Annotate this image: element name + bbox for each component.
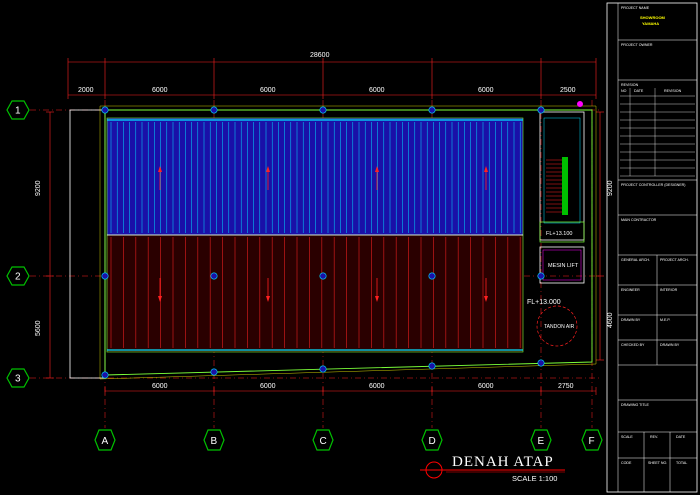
grid-column-label-E: E (538, 436, 545, 447)
revision-col-date: DATE (634, 89, 644, 93)
drawing-title: DENAH ATAP (452, 454, 554, 470)
title-block: PROJECT NAME SHOWROOM YAMAHA PROJECT OWN… (606, 2, 698, 493)
rev-label: REV. (650, 435, 658, 439)
code-label: CODE (621, 461, 632, 465)
general-arch-label: GENERAL ARCH. (621, 258, 650, 262)
right-dim-upper: 9200 (607, 180, 614, 196)
service-core: FL+13.100 MESIN LIFT FL+13.000 TANDON AI… (527, 101, 585, 347)
roof-panels (106, 117, 524, 353)
bottom-dim-0: 6000 (152, 383, 168, 390)
right-dim-lower: 4600 (607, 312, 614, 328)
left-dim-lower: 5600 (35, 320, 42, 336)
project-name-line2: YAMAHA (642, 21, 659, 26)
grid-column-label-F: F (589, 436, 595, 447)
top-dimensions: 2000 6000 6000 6000 6000 2500 (78, 87, 576, 94)
scale-label: SCALE (621, 435, 633, 439)
overall-dimension: 28600 (310, 52, 330, 59)
sheet-label: SHEET NO. (648, 461, 667, 465)
column-grid-bubbles: A B C D E F (94, 429, 603, 451)
top-dim-0: 2000 (78, 87, 94, 94)
top-dim-1: 6000 (152, 87, 168, 94)
bottom-dim-1: 6000 (260, 383, 276, 390)
cad-drawing-canvas: PROJECT NAME SHOWROOM YAMAHA PROJECT OWN… (6, 2, 698, 493)
revision-col-revision: REVISION (664, 89, 682, 93)
left-parapet (69, 109, 106, 379)
bottom-dim-3: 6000 (478, 383, 494, 390)
grid-row-label-3: 3 (15, 374, 21, 385)
grid-column-label-B: B (211, 436, 218, 447)
drawing-scale: SCALE 1:100 (512, 474, 557, 483)
project-arch-label: PROJECT ARCH. (660, 258, 689, 262)
grid-row-label-1: 1 (15, 106, 21, 117)
project-name-label: PROJECT NAME (621, 6, 650, 10)
roof-level-label: FL+13.000 (527, 299, 561, 306)
drawing-title-label: DRAWING TITLE (621, 403, 650, 407)
drawn-label: DRAWN BY (621, 318, 641, 322)
bottom-dimensions: 6000 6000 6000 6000 2750 (152, 383, 574, 390)
left-dim-upper: 9200 (35, 180, 42, 196)
grid-column-label-C: C (320, 436, 327, 447)
mep-label: M.E.P. (660, 318, 670, 322)
lift-machine-label: MESIN LIFT (548, 263, 579, 269)
top-dim-4: 6000 (478, 87, 494, 94)
grid-column-label-A: A (102, 436, 109, 447)
interior-label: INTERIOR (660, 288, 678, 292)
drain-point (577, 101, 583, 107)
roof-panel-blue (106, 117, 524, 236)
total-label: TOTAL (676, 461, 687, 465)
grid-row-label-2: 2 (15, 272, 21, 283)
roof-panel-red (106, 234, 524, 353)
row-grid-bubbles: 1 2 3 (6, 100, 30, 388)
bottom-dim-4: 2750 (558, 383, 574, 390)
grid-column-label-D: D (429, 436, 436, 447)
project-owner-label: PROJECT OWNER (621, 43, 653, 47)
approved-label: DRAWN BY (660, 343, 680, 347)
project-name: SHOWROOM (640, 15, 666, 20)
top-dim-3: 6000 (369, 87, 385, 94)
stair-handrail (562, 157, 568, 215)
engineer-label: ENGINEER (621, 288, 640, 292)
drawing-title-block: DENAH ATAP SCALE 1:100 (420, 454, 565, 483)
top-dim-2: 6000 (260, 87, 276, 94)
stair-level-label: FL+13.100 (546, 231, 572, 237)
date-label: DATE (676, 435, 686, 439)
checked-label: CHECKED BY (621, 343, 645, 347)
main-contractor-label: MAIN CONTRACTOR (621, 218, 657, 222)
bottom-dim-2: 6000 (369, 383, 385, 390)
revision-col-no: NO (621, 89, 627, 93)
top-dim-5: 2500 (560, 87, 576, 94)
consultant-label: PROJECT CONTROLLER (DESIGNER) (621, 183, 685, 187)
water-tank-label: TANDON AIR (544, 324, 575, 330)
revision-label: REVISION (621, 83, 639, 87)
